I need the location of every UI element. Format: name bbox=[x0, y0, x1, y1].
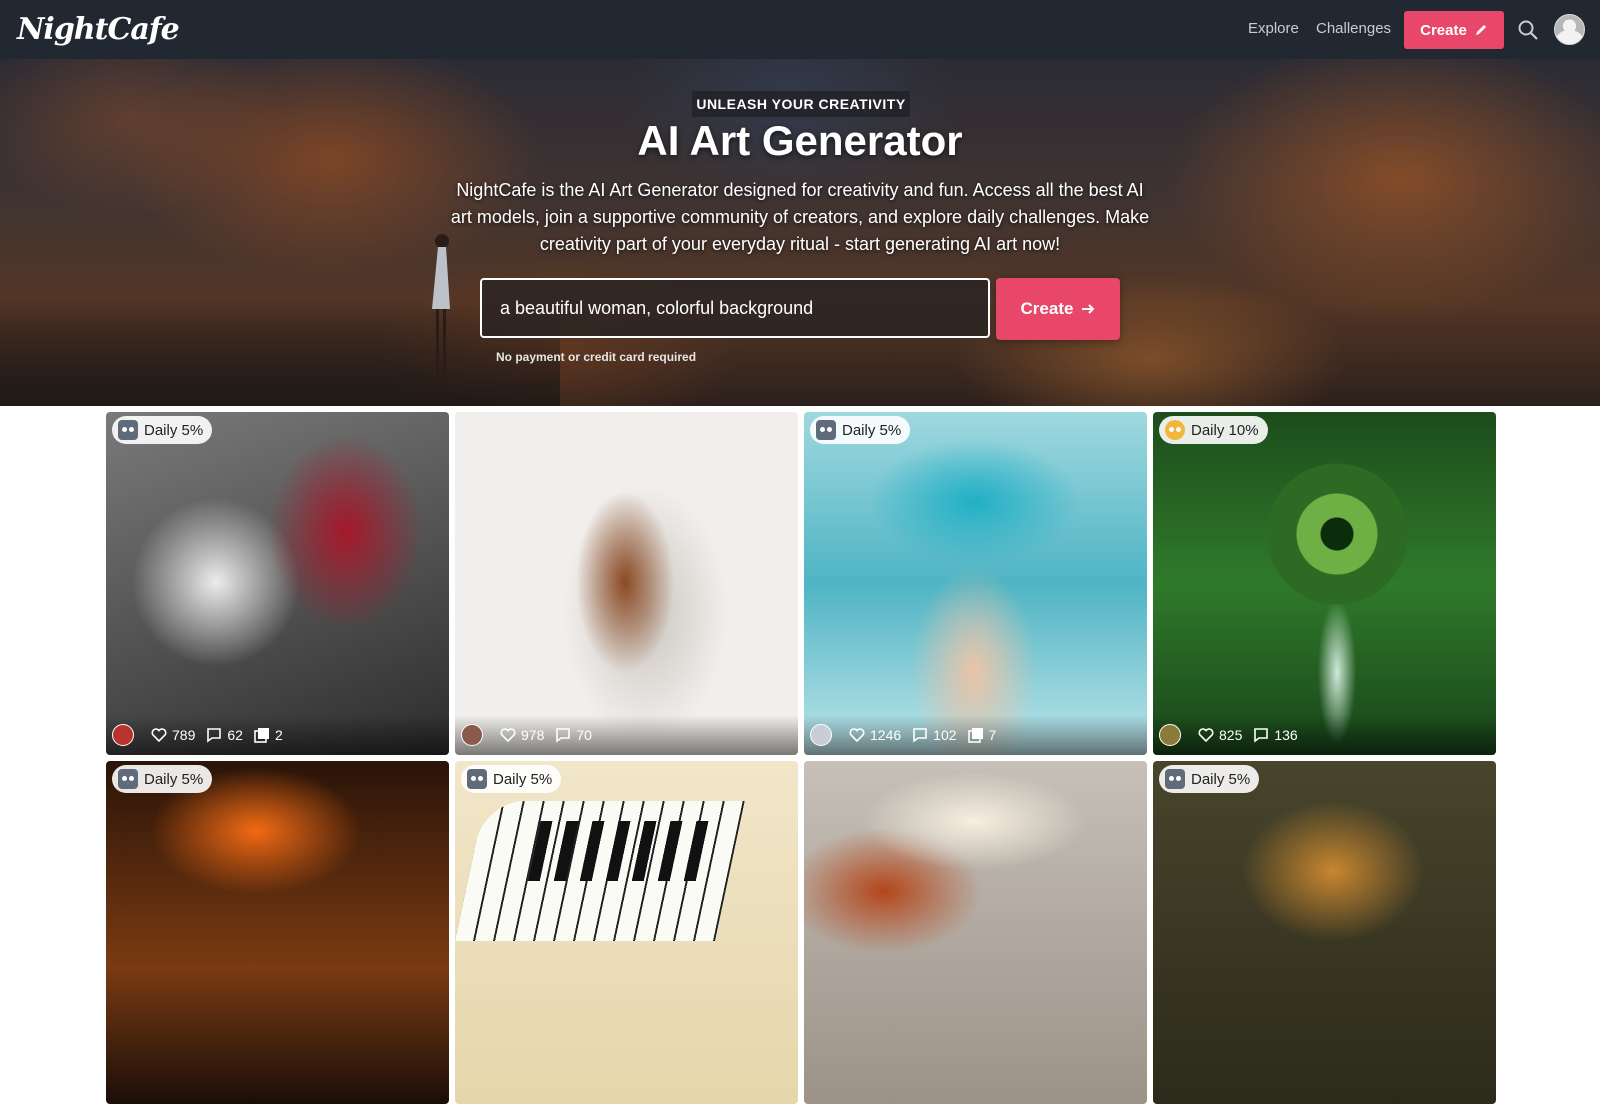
challenge-badge: Daily 5% bbox=[810, 416, 911, 444]
image-stat[interactable]: 2 bbox=[253, 726, 283, 744]
image-count: 2 bbox=[274, 727, 283, 743]
like-stat[interactable]: 825 bbox=[1197, 726, 1242, 744]
image-stack-icon bbox=[254, 728, 269, 743]
creator-avatar[interactable] bbox=[810, 724, 832, 746]
comment-icon bbox=[1254, 728, 1269, 743]
heart-icon bbox=[500, 728, 516, 743]
arrow-right-icon bbox=[1082, 304, 1095, 314]
creator-avatar[interactable] bbox=[112, 724, 134, 746]
creator-avatar[interactable] bbox=[1159, 724, 1181, 746]
piano-decoration bbox=[455, 801, 745, 941]
robot-icon bbox=[118, 420, 138, 440]
create-button-nav[interactable]: Create bbox=[1404, 11, 1504, 49]
nav-link-challenges[interactable]: Challenges bbox=[1316, 20, 1391, 37]
no-payment-note: No payment or credit card required bbox=[496, 350, 697, 364]
top-navbar: NightCafe Explore Challenges Create bbox=[0, 0, 1600, 59]
comment-count: 70 bbox=[576, 727, 592, 743]
badge-label: Daily 5% bbox=[842, 421, 902, 439]
gallery-card[interactable]: Daily 10% 825 136 bbox=[1153, 412, 1496, 755]
comment-icon bbox=[913, 728, 927, 743]
heart-icon bbox=[151, 728, 167, 743]
user-avatar[interactable] bbox=[1554, 14, 1585, 45]
comment-count: 102 bbox=[933, 727, 957, 743]
hero-eyebrow: UNLEASH YOUR CREATIVITY bbox=[692, 91, 910, 117]
comment-stat[interactable]: 70 bbox=[554, 726, 592, 744]
gallery-card[interactable]: 978 70 bbox=[455, 412, 798, 755]
nav-link-explore[interactable]: Explore bbox=[1248, 20, 1299, 37]
card-stats: 825 136 bbox=[1153, 715, 1496, 755]
robot-icon bbox=[118, 769, 138, 789]
image-count: 7 bbox=[988, 727, 997, 743]
pencil-icon bbox=[1475, 25, 1486, 35]
card-stats: 1246 102 7 bbox=[804, 715, 1147, 755]
gallery-card[interactable]: Daily 5% bbox=[106, 761, 449, 1104]
card-stats: 789 62 2 bbox=[106, 715, 449, 755]
badge-label: Daily 5% bbox=[144, 421, 204, 439]
page-title: AI Art Generator bbox=[637, 117, 963, 164]
comment-stat[interactable]: 136 bbox=[1252, 726, 1298, 744]
robot-icon bbox=[467, 769, 487, 789]
challenge-badge: Daily 5% bbox=[461, 765, 562, 793]
like-stat[interactable]: 978 bbox=[499, 726, 544, 744]
gallery-card[interactable]: Daily 5% bbox=[1153, 761, 1496, 1104]
card-stats: 978 70 bbox=[455, 715, 798, 755]
challenge-badge: Daily 5% bbox=[112, 765, 213, 793]
hero-description: NightCafe is the AI Art Generator design… bbox=[450, 180, 1150, 254]
badge-label: Daily 5% bbox=[493, 770, 553, 788]
comment-icon bbox=[207, 728, 222, 743]
badge-label: Daily 10% bbox=[1191, 421, 1259, 439]
hero-banner: UNLEASH YOUR CREATIVITY AI Art Generator… bbox=[0, 59, 1600, 406]
heart-icon bbox=[849, 728, 865, 743]
like-count: 978 bbox=[521, 727, 545, 743]
robot-icon bbox=[1165, 769, 1185, 789]
badge-label: Daily 5% bbox=[1191, 770, 1251, 788]
like-count: 1246 bbox=[870, 727, 902, 743]
comment-count: 62 bbox=[227, 727, 243, 743]
create-button-label: Create bbox=[1420, 21, 1467, 39]
challenge-badge: Daily 10% bbox=[1159, 416, 1268, 444]
gallery-card[interactable]: Daily 5% 789 62 2 bbox=[106, 412, 449, 755]
gallery-card[interactable]: Daily 5% 1246 102 7 bbox=[804, 412, 1147, 755]
robot-icon bbox=[816, 420, 836, 440]
nightcafe-logo[interactable]: NightCafe bbox=[17, 12, 180, 47]
like-stat[interactable]: 789 bbox=[150, 726, 195, 744]
create-button-label: Create bbox=[1020, 299, 1074, 318]
like-count: 825 bbox=[1219, 727, 1243, 743]
image-stack-icon bbox=[967, 728, 983, 743]
comment-count: 136 bbox=[1274, 727, 1298, 743]
like-count: 789 bbox=[172, 727, 196, 743]
badge-label: Daily 5% bbox=[144, 770, 204, 788]
person-icon bbox=[1165, 420, 1185, 440]
challenge-badge: Daily 5% bbox=[1159, 765, 1260, 793]
prompt-input[interactable] bbox=[480, 278, 990, 338]
comment-stat[interactable]: 102 bbox=[911, 726, 957, 744]
create-button-hero[interactable]: Create bbox=[996, 278, 1120, 340]
image-stat[interactable]: 7 bbox=[967, 726, 997, 744]
like-stat[interactable]: 1246 bbox=[848, 726, 901, 744]
gallery-card[interactable] bbox=[804, 761, 1147, 1104]
creator-avatar[interactable] bbox=[461, 724, 483, 746]
gallery-card[interactable]: Daily 5% bbox=[455, 761, 798, 1104]
heart-icon bbox=[1198, 728, 1214, 743]
challenge-badge: Daily 5% bbox=[112, 416, 213, 444]
search-icon[interactable] bbox=[1517, 19, 1539, 41]
comment-icon bbox=[556, 728, 571, 743]
comment-stat[interactable]: 62 bbox=[205, 726, 243, 744]
